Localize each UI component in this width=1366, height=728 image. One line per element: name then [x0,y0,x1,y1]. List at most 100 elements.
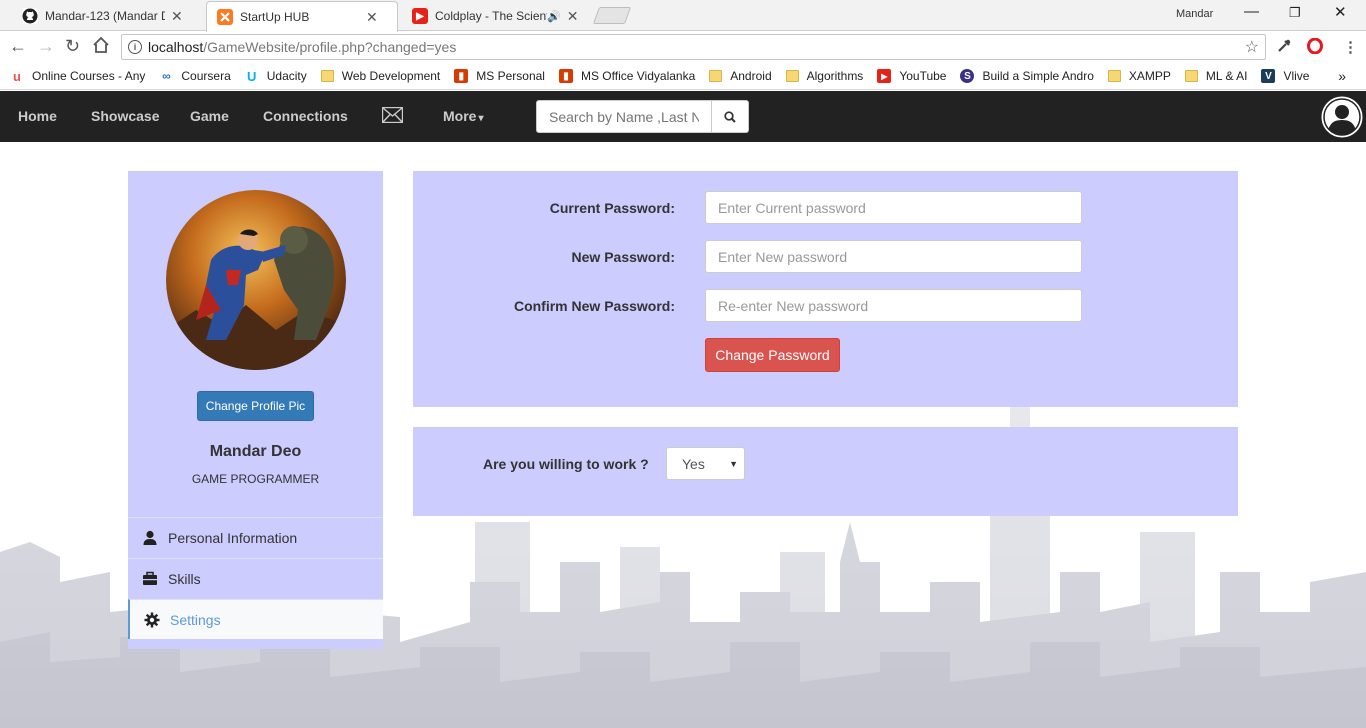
confirm-password-label: Confirm New Password: [513,298,675,314]
youtube-icon: ▶ [877,69,892,83]
udacity-icon: U [247,68,257,84]
bookmark-label: Vlive [1283,69,1310,83]
profile-name: Mandar Deo [209,443,302,460]
bookmark-coursera[interactable]: ∞ Coursera [159,69,231,83]
opera-extension-icon[interactable] [1307,37,1323,58]
new-password-input[interactable] [705,240,1082,273]
bookmarks-overflow-icon[interactable]: » [1338,68,1346,84]
nav-game[interactable]: Game [190,108,229,124]
restore-icon[interactable]: ❐ [1289,5,1301,21]
willing-to-work-value: Yes [682,455,705,472]
search-button[interactable] [711,100,749,133]
mail-icon[interactable] [381,106,404,124]
address-bar[interactable]: i localhost/GameWebsite/profile.php?chan… [121,34,1266,60]
vlive-icon: V [1261,69,1276,83]
bookmark-label: Coursera [181,69,231,83]
browser-tab-coldplay[interactable]: ▶ Coldplay - The Scienti 🔊 ✕ [402,1,592,31]
sidebar-item-label: Settings [170,611,221,628]
willing-to-work-label: Are you willing to work ? [483,456,649,472]
bookmark-star-icon[interactable]: ☆ [1245,37,1259,57]
bookmark-udacity[interactable]: U Udacity [245,68,307,84]
bookmark-label: YouTube [899,69,947,83]
user-search-input[interactable] [536,100,712,133]
nav-home[interactable]: Home [18,108,57,124]
folder-icon [1107,70,1121,82]
gear-icon [144,612,160,628]
bookmark-android[interactable]: Android [709,69,772,83]
change-password-button[interactable]: Change Password [705,338,840,372]
nav-more[interactable]: More ▾ [443,108,483,124]
office-icon: ▮ [454,69,469,83]
reload-icon[interactable]: ↻ [65,36,80,57]
minimize-icon[interactable]: — [1244,3,1259,20]
eyedropper-extension-icon[interactable] [1276,38,1292,58]
sidebar-item-settings[interactable]: Settings [128,599,383,639]
coursera-icon: ∞ [162,69,171,83]
new-tab-button[interactable] [592,7,632,24]
back-icon[interactable]: ← [9,36,27,57]
site-info-icon[interactable]: i [128,40,142,54]
close-tab-icon[interactable]: ✕ [171,8,183,25]
close-window-icon[interactable]: ✕ [1334,3,1347,21]
browser-tab-startup-hub[interactable]: StartUp HUB ✕ [206,1,398,32]
profile-sidebar: Change Profile Pic Mandar Deo GAME PROGR… [128,171,383,649]
page-content: Change Profile Pic Mandar Deo GAME PROGR… [0,142,1366,728]
bookmark-ml-ai[interactable]: ML & AI [1184,69,1248,83]
xampp-icon [217,9,233,25]
sidebar-item-label: Skills [168,570,201,587]
user-avatar-icon[interactable] [1321,96,1363,138]
bookmark-web-development[interactable]: Web Development [320,69,441,83]
bookmark-label: MS Office Vidyalanka [580,69,696,83]
nav-showcase[interactable]: Showcase [91,108,159,124]
chrome-menu-icon[interactable]: ⋮ [1343,38,1358,56]
nav-more-label: More [443,108,477,124]
new-password-label: New Password: [571,249,675,265]
work-availability-panel: Are you willing to work ? Yes ▼ [413,427,1238,516]
bookmark-label: MS Personal [476,69,545,83]
browser-tab-strip: Mandar-123 (Mandar De ✕ StartUp HUB ✕ ▶ … [0,0,1366,32]
forward-icon[interactable]: → [37,36,55,57]
bookmark-label: Web Development [341,69,441,83]
sidebar-item-personal-information[interactable]: Personal Information [128,517,383,557]
browser-profile-name[interactable]: Mandar [1176,8,1213,20]
caret-down-icon: ▼ [729,459,738,469]
close-tab-icon[interactable]: ✕ [366,9,378,26]
audio-playing-icon[interactable]: 🔊 [547,10,561,23]
url-host: localhost [148,39,204,55]
url-path: /GameWebsite/profile.php?changed=yes [203,39,457,55]
bookmark-udemy[interactable]: u Online Courses - Any [10,69,146,84]
profile-role: GAME PROGRAMMER [191,472,320,486]
briefcase-icon [142,571,158,587]
bookmark-ms-office[interactable]: ▮ MS Office Vidyalanka [558,69,696,83]
bookmark-algorithms[interactable]: Algorithms [785,69,864,83]
caret-down-icon: ▾ [478,113,484,124]
bookmark-label: Algorithms [806,69,864,83]
bookmark-youtube[interactable]: ▶ YouTube [877,69,946,83]
tab-title: StartUp HUB [240,10,310,24]
nav-connections[interactable]: Connections [263,108,348,124]
bookmarks-bar: u Online Courses - Any ∞ Coursera U Udacity… [0,63,1366,90]
bookmark-label: Udacity [266,69,307,83]
browser-tab-github[interactable]: Mandar-123 (Mandar De ✕ [12,1,202,31]
current-password-input[interactable] [705,191,1082,224]
bookmark-label: Online Courses - Any [32,69,146,83]
bookmark-label: ML & AI [1205,69,1248,83]
sidebar-item-label: Personal Information [168,529,298,546]
bookmark-label: Android [730,69,772,83]
sidebar-item-skills[interactable]: Skills [128,558,383,598]
bookmark-xampp[interactable]: XAMPP [1107,69,1171,83]
confirm-password-input[interactable] [705,289,1082,322]
tab-title: Coldplay - The Scienti [435,9,547,23]
folder-icon [1184,70,1198,82]
bookmark-ms-personal[interactable]: ▮ MS Personal [454,69,545,83]
close-tab-icon[interactable]: ✕ [567,8,579,25]
bookmark-build-android[interactable]: S Build a Simple Andro [960,69,1094,83]
home-icon[interactable] [92,36,110,59]
folder-icon [320,70,334,82]
github-icon [22,8,38,24]
willing-to-work-select[interactable]: Yes ▼ [666,447,745,480]
change-profile-pic-button[interactable]: Change Profile Pic [197,391,314,421]
bookmark-vlive[interactable]: V Vlive [1261,69,1309,83]
search-icon [724,110,736,123]
folder-icon [709,70,723,82]
